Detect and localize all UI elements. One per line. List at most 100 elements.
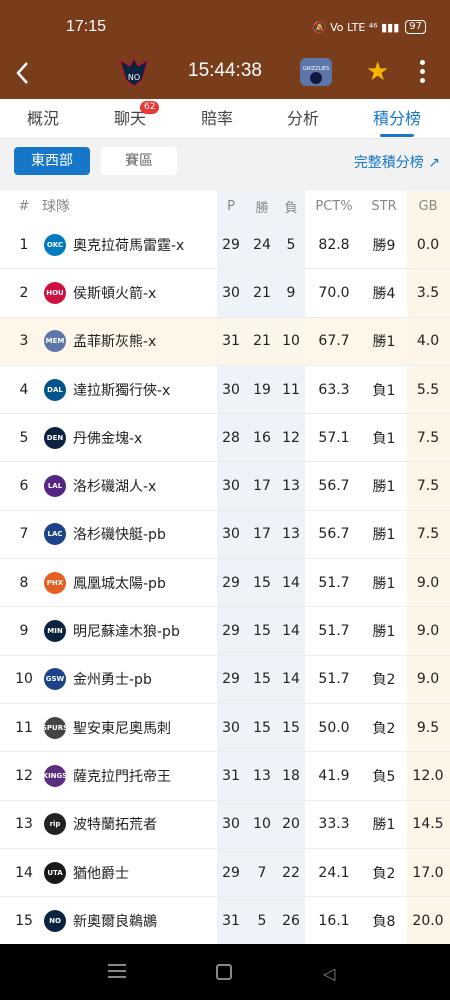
away-team-logo[interactable]: GRIZZLIES — [298, 54, 334, 90]
wins-cell: 15 — [253, 671, 271, 688]
losses-cell: 13 — [282, 526, 300, 543]
pct-cell: 67.7 — [318, 333, 350, 350]
streak-cell: 負2 — [372, 672, 396, 689]
pct-cell: 57.1 — [318, 429, 350, 446]
header-gb: GB — [418, 198, 438, 214]
wins-cell: 19 — [253, 381, 271, 398]
played-cell: 30 — [222, 381, 240, 398]
rank-cell: 12 — [15, 767, 33, 784]
team-logo-icon: MEM — [44, 330, 66, 353]
streak-cell: 負8 — [372, 913, 396, 930]
table-row[interactable]: 9 MIN 明尼蘇達木狼-pb 29 15 14 51.7 勝1 9.0 — [0, 607, 450, 656]
home-team-logo[interactable]: NO — [116, 54, 152, 90]
header-pct: PCT% — [315, 198, 353, 214]
rank-cell: 11 — [15, 719, 33, 736]
table-row[interactable]: 6 LAL 洛杉磯湖人-x 30 17 13 56.7 勝1 7.5 — [0, 462, 450, 511]
pct-cell: 56.7 — [318, 526, 350, 543]
rank-cell: 6 — [19, 478, 29, 495]
played-cell: 31 — [222, 333, 240, 350]
pct-cell: 51.7 — [318, 623, 350, 640]
games-behind-cell: 9.0 — [416, 671, 440, 688]
table-row[interactable]: 4 DAL 達拉斯獨行俠-x 30 19 11 63.3 負1 5.5 — [0, 366, 450, 415]
pct-cell: 51.7 — [318, 574, 350, 591]
games-behind-cell: 4.0 — [416, 333, 440, 350]
tab-standings[interactable]: 積分榜 — [362, 99, 432, 139]
played-cell: 29 — [222, 236, 240, 253]
streak-cell: 負2 — [372, 720, 396, 737]
wins-cell: 10 — [253, 816, 271, 833]
wins-cell: 24 — [253, 236, 271, 253]
table-row[interactable]: 3 MEM 孟菲斯灰熊-x 31 21 10 67.7 勝1 4.0 — [0, 317, 450, 366]
streak-cell: 勝1 — [372, 575, 396, 592]
losses-cell: 12 — [282, 429, 300, 446]
streak-cell: 勝4 — [372, 285, 396, 302]
tab-overview[interactable]: 概況 — [8, 99, 78, 139]
games-behind-cell: 9.5 — [416, 719, 440, 736]
more-options-icon[interactable] — [412, 58, 432, 86]
table-row[interactable]: 1 OKC 奧克拉荷馬雷霆-x 29 24 5 82.8 勝9 0.0 — [0, 221, 450, 270]
away-logo-text: GRIZZLIES — [303, 66, 329, 72]
table-row[interactable]: 10 GSW 金州勇士-pb 29 15 14 51.7 負2 9.0 — [0, 656, 450, 704]
tab-odds[interactable]: 賠率 — [182, 99, 252, 139]
wins-cell: 17 — [253, 478, 271, 495]
table-row[interactable]: 14 UTA 猶他爵士 29 7 22 24.1 負2 17.0 — [0, 849, 450, 898]
table-row[interactable]: 7 LAC 洛杉磯快艇-pb 30 17 13 56.7 勝1 7.5 — [0, 511, 450, 560]
tab-chat[interactable]: 聊天 62 — [95, 99, 165, 139]
standings-filter: 東西部 賽區 完整積分榜 ↗ — [0, 139, 450, 191]
team-logo-icon: UTA — [44, 861, 66, 884]
losses-cell: 15 — [282, 719, 300, 736]
rank-cell: 1 — [19, 236, 29, 253]
favorite-star-icon[interactable]: ★ — [366, 57, 389, 87]
pct-cell: 50.0 — [318, 719, 350, 736]
wins-cell: 15 — [253, 719, 271, 736]
losses-cell: 5 — [286, 236, 296, 253]
back-triangle-icon[interactable]: ◁ — [323, 964, 335, 983]
rank-cell: 9 — [19, 623, 29, 640]
rank-cell: 13 — [15, 816, 33, 833]
table-row[interactable]: 8 PHX 鳳凰城太陽-pb 29 15 14 51.7 勝1 9.0 — [0, 559, 450, 608]
rank-cell: 5 — [19, 429, 29, 446]
wins-cell: 13 — [253, 767, 271, 784]
header-team: 球隊 — [42, 199, 70, 215]
streak-cell: 負2 — [372, 865, 396, 882]
header-w: 勝 — [255, 200, 269, 216]
team-name: 達拉斯獨行俠-x — [73, 382, 171, 399]
team-name: 薩克拉門托帝王 — [73, 768, 171, 785]
header-l: 負 — [284, 200, 298, 216]
team-logo-icon: KINGS — [43, 764, 67, 787]
losses-cell: 14 — [282, 671, 300, 688]
full-standings-link[interactable]: 完整積分榜 ↗ — [354, 152, 440, 172]
played-cell: 31 — [222, 912, 240, 929]
team-name: 孟菲斯灰熊-x — [73, 334, 157, 351]
losses-cell: 22 — [282, 864, 300, 881]
table-row[interactable]: 13 rip 波特蘭拓荒者 30 10 20 33.3 勝1 14.5 — [0, 801, 450, 849]
games-behind-cell: 20.0 — [412, 912, 444, 929]
team-logo-icon: DAL — [44, 378, 66, 401]
segment-division[interactable]: 賽區 — [101, 147, 177, 175]
rank-cell: 2 — [19, 284, 29, 301]
losses-cell: 11 — [282, 381, 300, 398]
table-row[interactable]: 15 NO 新奧爾良鵜鶘 31 5 26 16.1 負8 20.0 — [0, 897, 450, 946]
pct-cell: 51.7 — [318, 671, 350, 688]
games-behind-cell: 12.0 — [412, 767, 444, 784]
rank-cell: 3 — [19, 333, 29, 350]
played-cell: 28 — [222, 429, 240, 446]
played-cell: 29 — [222, 574, 240, 591]
home-icon[interactable] — [216, 964, 232, 980]
team-logo-icon: PHX — [44, 571, 66, 594]
table-row[interactable]: 5 DEN 丹佛金塊-x 28 16 12 57.1 負1 7.5 — [0, 414, 450, 463]
streak-cell: 負5 — [372, 768, 396, 785]
table-row[interactable]: 2 HOU 侯斯頓火箭-x 30 21 9 70.0 勝4 3.5 — [0, 269, 450, 318]
back-arrow-icon[interactable] — [12, 58, 34, 88]
match-header: 17:15 🔕 Vo LTE ⁴⁶ ▮▮▮ 97 NO 15:44:38 GRI… — [0, 0, 450, 99]
tab-analysis[interactable]: 分析 — [268, 99, 338, 139]
segment-conference[interactable]: 東西部 — [14, 147, 90, 175]
table-row[interactable]: 11 SPURS 聖安東尼奧馬刺 30 15 15 50.0 負2 9.5 — [0, 704, 450, 753]
status-time: 17:15 — [66, 18, 107, 35]
recent-apps-icon[interactable] — [108, 964, 126, 982]
rank-cell: 4 — [19, 381, 29, 398]
team-logo-icon: OKC — [44, 233, 66, 256]
table-row[interactable]: 12 KINGS 薩克拉門托帝王 31 13 18 41.9 負5 12.0 — [0, 752, 450, 801]
team-logo-icon: rip — [44, 813, 66, 836]
pct-cell: 24.1 — [318, 864, 350, 881]
